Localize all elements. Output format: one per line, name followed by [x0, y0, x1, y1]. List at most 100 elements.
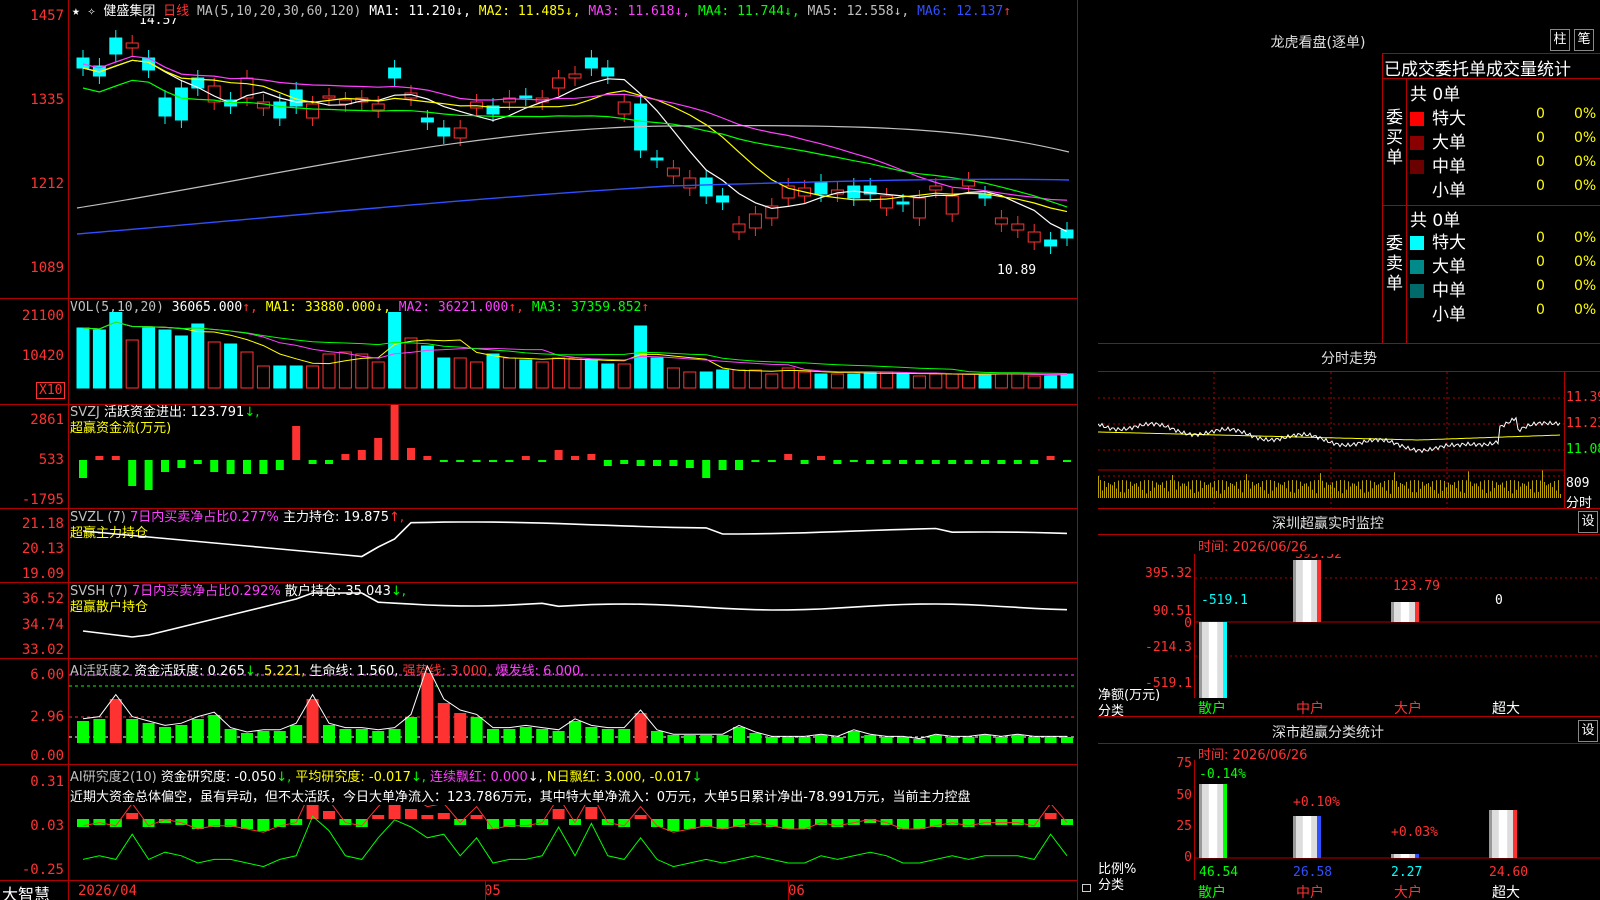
ma5-value: MA5: 12.558 [807, 4, 894, 19]
app-logo[interactable]: 大智慧 [2, 881, 50, 900]
price-chart[interactable]: 14.57 10.89 [69, 18, 1077, 296]
price-axis-4: 1089 [30, 260, 64, 276]
fund-flow-bar [833, 460, 842, 464]
category-bar [1199, 622, 1227, 698]
buy-label: 委买单 [1386, 108, 1403, 168]
svsh-axis-2: 34.74 [21, 617, 64, 633]
intraday-volume-bar [1300, 481, 1301, 498]
kline-area[interactable]: ★ ✧ 健盛集团 日线 MA(5,10,20,30,60,120) MA1: 1… [0, 0, 1091, 900]
intraday-volume-bar [1158, 484, 1159, 498]
intraday-volume-bar [1486, 493, 1487, 498]
fund-flow-bar [866, 460, 875, 464]
volume-bar [519, 359, 533, 389]
ai-active-axis-3: 0.00 [30, 748, 64, 764]
volume-bar [584, 359, 598, 389]
candle-body [617, 101, 631, 115]
intraday-volume-bar [1172, 475, 1173, 498]
bar-mode-button[interactable]: 柱 [1550, 29, 1570, 51]
large-pct: +0.03% [1391, 825, 1438, 840]
intraday-volume-bar [1130, 481, 1131, 498]
volume-bar [552, 357, 566, 389]
intraday-volume-bar [1146, 493, 1147, 498]
intraday-volume-bar [1190, 489, 1191, 498]
svzj-chart [79, 405, 1071, 490]
volume-bar [732, 369, 746, 389]
intraday-volume-bar [1466, 480, 1467, 498]
fund-flow-bar [374, 438, 383, 460]
tick-mode-button[interactable]: 笔 [1574, 29, 1594, 51]
intraday-volume-bar [1260, 486, 1261, 498]
fund-flow-bar [308, 460, 317, 464]
intraday-volume-bar [1350, 486, 1351, 498]
intraday-volume-bar [1246, 474, 1247, 498]
activity-bar [454, 713, 467, 743]
intraday-volume-bar [1540, 480, 1541, 498]
intraday-axis-3: 11.08 [1566, 442, 1600, 457]
intraday-volume-bar [1536, 480, 1537, 498]
intraday-volume-bar [1490, 491, 1491, 498]
fund-flow-bar [226, 460, 235, 474]
right-panel: 龙虎看盘(逐单) 柱 笔 已成交委托单成交量统计 委买单 委卖单 共 0单 共 … [1098, 0, 1600, 900]
intraday-volume-bar [1370, 480, 1371, 498]
candle-body [371, 103, 385, 111]
monitor-title: 深圳超赢实时监控 [1272, 516, 1384, 532]
large-value: 123.79 [1393, 579, 1440, 594]
period-label[interactable]: 日线 [163, 4, 189, 19]
volume-bar [666, 367, 680, 389]
ai-research-v4: N日飘红: 3.000, -0.017 [546, 770, 692, 785]
monitor-axis-1: 395.32 [1145, 566, 1192, 581]
intraday-volume-bar [1206, 485, 1207, 498]
fund-flow-bar [128, 460, 137, 486]
candle-body [1011, 223, 1025, 231]
intraday-volume-bar [1506, 480, 1507, 498]
ma-label: MA(5,10,20,30,60,120) [197, 4, 362, 19]
stats-axis-1: 75 [1176, 756, 1192, 771]
research-bar [716, 819, 729, 829]
fund-flow-bar [767, 460, 776, 462]
intraday-volume-bar [1306, 483, 1307, 498]
fund-flow-bar [79, 460, 87, 478]
candle-body [732, 223, 746, 233]
intraday-volume-bar [1238, 488, 1239, 498]
intraday-volume-bar [1182, 483, 1183, 498]
fund-flow-bar [931, 460, 940, 464]
stats-settings-button[interactable]: 设 [1578, 720, 1598, 742]
fund-flow-bar [95, 456, 104, 460]
category-label: 大户 [1394, 885, 1422, 900]
price-header: ★ ✧ 健盛集团 日线 MA(5,10,20,30,60,120) MA1: 1… [72, 4, 1012, 19]
monitor-settings-button[interactable]: 设 [1578, 511, 1598, 533]
candle-body [306, 103, 320, 119]
intraday-volume-bar [1468, 471, 1469, 498]
fund-flow-bar [243, 460, 251, 474]
activity-bar [536, 729, 549, 743]
activity-bar [519, 727, 532, 743]
intraday-volume-bar [1124, 492, 1125, 498]
intraday-volume-bar [1398, 486, 1399, 498]
lock-icon[interactable] [1082, 884, 1091, 892]
volume-bar [1060, 373, 1074, 389]
fund-flow-bar [456, 460, 465, 462]
category-bar [1199, 784, 1227, 858]
fund-flow-bar [505, 460, 514, 462]
intraday-chart[interactable] [1098, 372, 1564, 508]
intraday-volume-bar [1326, 482, 1327, 498]
fund-flow-bar [669, 460, 678, 466]
intraday-volume-bar [1288, 480, 1289, 498]
intraday-volume-bar [1332, 482, 1333, 498]
date-label-1: 2026/04 [78, 883, 138, 899]
activity-bar [93, 719, 106, 743]
candle-body [945, 195, 959, 215]
candle-body [109, 37, 123, 55]
intraday-volume-bar [1194, 492, 1195, 498]
intraday-volume-bar [1198, 491, 1199, 498]
volume-bar [76, 327, 90, 389]
research-bar [979, 819, 991, 825]
pin-icon[interactable]: ✧ [88, 4, 96, 19]
order-row: 小单 0 0% [1410, 300, 1600, 325]
ai-active-axis-1: 6.00 [30, 667, 64, 683]
star-icon[interactable]: ★ [72, 4, 80, 19]
candle-body [437, 127, 451, 137]
svzj-axis-2: 533 [38, 452, 64, 468]
fund-flow-bar [472, 460, 481, 462]
intraday-volume-bar [1448, 482, 1449, 498]
